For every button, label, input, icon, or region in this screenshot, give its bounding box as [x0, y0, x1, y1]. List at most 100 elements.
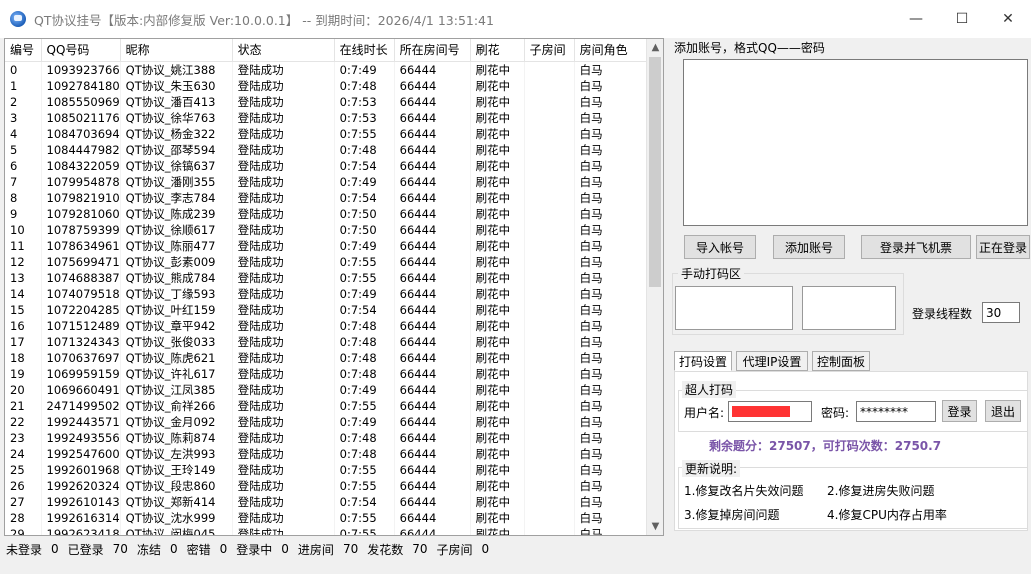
balance-info: 剩余题分：27507，可打码次数：2750.7 — [709, 439, 942, 453]
table-row[interactable]: 18 1070637697 QT协议_陈虎621 登陆成功 0:7:48 66444 刷花中… — [5, 349, 647, 366]
column-header[interactable]: 昵称 — [120, 39, 233, 62]
table-cell: 13 — [5, 269, 42, 286]
scroll-down-arrow-icon[interactable]: ▼ — [647, 518, 663, 535]
table-cell: QT协议_左洪993 — [120, 445, 233, 462]
table-row[interactable]: 13 1074688387 QT协议_熊成784 登陆成功 0:7:55 66444 刷花中… — [5, 269, 647, 286]
table-row[interactable]: 0 1093923766 QT协议_姚江388 登陆成功 0:7:49 66444 刷花中 白… — [5, 61, 647, 78]
table-cell: 白马 — [574, 189, 647, 206]
table-row[interactable]: 15 1072204285 QT协议_叶红159 登陆成功 0:7:54 66444 刷花中… — [5, 301, 647, 318]
column-header[interactable]: 在线时长 — [334, 39, 395, 62]
table-row[interactable]: 29 1992623418 QT协议_闵梅045 登陆成功 0:7:55 66444 刷花中… — [5, 525, 647, 535]
table-row[interactable]: 17 1071324343 QT协议_张俊033 登陆成功 0:7:48 66444 刷花中… — [5, 333, 647, 350]
table-cell: 11 — [5, 237, 42, 254]
table-row[interactable]: 9 1079281060 QT协议_陈成239 登陆成功 0:7:50 66444 刷花中 白… — [5, 205, 647, 222]
table-cell — [524, 125, 575, 142]
table-row[interactable]: 22 1992443571 QT协议_金月092 登陆成功 0:7:49 66444 刷花中… — [5, 413, 647, 430]
table-cell: 1992620324 — [41, 477, 121, 494]
table-row[interactable]: 3 1085021176 QT协议_徐华763 登陆成功 0:7:53 66444 刷花中 白… — [5, 109, 647, 126]
table-cell: 刷花中 — [470, 269, 525, 286]
table-row[interactable]: 6 1084322059 QT协议_徐镐637 登陆成功 0:7:54 66444 刷花中 白… — [5, 157, 647, 174]
table-scrollbar[interactable]: ▲ ▼ — [646, 39, 663, 535]
table-cell: 1084322059 — [41, 157, 121, 174]
table-cell: 白马 — [574, 285, 647, 302]
table-row[interactable]: 20 1069660491 QT协议_江凤385 登陆成功 0:7:49 66444 刷花中… — [5, 381, 647, 398]
column-header[interactable]: 所在房间号 — [394, 39, 471, 62]
table-cell: 2471499502 — [41, 397, 121, 414]
table-cell: 2 — [5, 93, 42, 110]
table-cell — [524, 493, 575, 510]
table-cell: QT协议_杨金322 — [120, 125, 233, 142]
table-cell: 登陆成功 — [232, 61, 335, 78]
table-cell: 28 — [5, 509, 42, 526]
table-row[interactable]: 11 1078634961 QT协议_陈丽477 登陆成功 0:7:49 66444 刷花中… — [5, 237, 647, 254]
table-row[interactable]: 8 1079821910 QT协议_李志784 登陆成功 0:7:54 66444 刷花中 白… — [5, 189, 647, 206]
column-header[interactable]: 编号 — [5, 39, 42, 62]
table-row[interactable]: 21 2471499502 QT协议_俞祥266 登陆成功 0:7:55 66444 刷花中… — [5, 397, 647, 414]
tab-control-panel[interactable]: 控制面板 — [812, 351, 870, 371]
table-cell: 白马 — [574, 77, 647, 94]
table-row[interactable]: 14 1074079518 QT协议_丁缘593 登陆成功 0:7:49 66444 刷花中… — [5, 285, 647, 302]
login-and-ticket-button[interactable]: 登录并飞机票 — [861, 235, 971, 259]
add-account-button[interactable]: 添加账号 — [773, 235, 845, 259]
table-cell: 白马 — [574, 429, 647, 446]
table-cell: 刷花中 — [470, 445, 525, 462]
logging-in-button[interactable]: 正在登录 — [976, 235, 1030, 259]
table-cell: 白马 — [574, 269, 647, 286]
table-row[interactable]: 12 1075699471 QT协议_彭素009 登陆成功 0:7:55 66444 刷花中… — [5, 253, 647, 270]
table-row[interactable]: 4 1084703694 QT协议_杨金322 登陆成功 0:7:55 66444 刷花中 白… — [5, 125, 647, 142]
table-cell: 刷花中 — [470, 477, 525, 494]
import-accounts-button[interactable]: 导入帐号 — [684, 235, 756, 259]
table-row[interactable]: 23 1992493556 QT协议_陈莉874 登陆成功 0:7:48 66444 刷花中… — [5, 429, 647, 446]
captcha-login-button[interactable]: 登录 — [942, 400, 977, 422]
column-header[interactable]: 子房间 — [524, 39, 575, 62]
table-cell: 0:7:49 — [334, 237, 395, 254]
table-row[interactable]: 26 1992620324 QT协议_段忠860 登陆成功 0:7:55 66444 刷花中… — [5, 477, 647, 494]
tab-captcha-settings[interactable]: 打码设置 — [674, 351, 732, 371]
column-header[interactable]: QQ号码 — [41, 39, 121, 62]
table-cell — [524, 333, 575, 350]
account-input-area[interactable] — [683, 59, 1028, 226]
table-cell: 1992443571 — [41, 413, 121, 430]
table-row[interactable]: 19 1069959159 QT协议_许礼617 登陆成功 0:7:48 66444 刷花中… — [5, 365, 647, 382]
table-row[interactable]: 28 1992616314 QT协议_沈水999 登陆成功 0:7:55 66444 刷花中… — [5, 509, 647, 526]
table-cell: 白马 — [574, 221, 647, 238]
table-row[interactable]: 2 1085550969 QT协议_潘百413 登陆成功 0:7:53 66444 刷花中 白… — [5, 93, 647, 110]
maximize-button[interactable]: ☐ — [939, 0, 985, 38]
table-row[interactable]: 1 1092784180 QT协议_朱玉630 登陆成功 0:7:48 66444 刷花中 白… — [5, 77, 647, 94]
table-cell: 白马 — [574, 157, 647, 174]
manual-captcha-label: 手动打码区 — [678, 265, 745, 282]
table-row[interactable]: 24 1992547600 QT协议_左洪993 登陆成功 0:7:48 66444 刷花中… — [5, 445, 647, 462]
table-cell — [524, 445, 575, 462]
table-cell: QT协议_朱玉630 — [120, 77, 233, 94]
close-button[interactable]: ✕ — [985, 0, 1031, 38]
table-row[interactable]: 7 1079954878 QT协议_潘刚355 登陆成功 0:7:49 66444 刷花中 白… — [5, 173, 647, 190]
column-header[interactable]: 状态 — [232, 39, 335, 62]
table-row[interactable]: 27 1992610143 QT协议_郑新414 登陆成功 0:7:54 66444 刷花中… — [5, 493, 647, 510]
tab-proxy-settings[interactable]: 代理IP设置 — [736, 351, 808, 371]
captcha-exit-button[interactable]: 退出 — [985, 400, 1021, 422]
column-header[interactable]: 刷花 — [470, 39, 525, 62]
table-row[interactable]: 16 1071512489 QT协议_章平942 登陆成功 0:7:48 66444 刷花中… — [5, 317, 647, 334]
column-header[interactable]: 房间角色 — [574, 39, 647, 62]
table-cell: 0:7:54 — [334, 301, 395, 318]
scrollbar-thumb[interactable] — [649, 57, 661, 287]
scroll-up-arrow-icon[interactable]: ▲ — [647, 39, 663, 56]
table-cell: 刷花中 — [470, 205, 525, 222]
login-threads-input[interactable]: 30 — [982, 302, 1020, 323]
table-cell: QT协议_邵琴594 — [120, 141, 233, 158]
minimize-button[interactable]: — — [893, 0, 939, 38]
table-row[interactable]: 25 1992601968 QT协议_王玲149 登陆成功 0:7:55 66444 刷花中… — [5, 461, 647, 478]
status-count: 70 — [112, 542, 128, 556]
table-cell: 66444 — [394, 317, 471, 334]
password-input[interactable]: ******** — [856, 401, 936, 422]
captcha-answer-box[interactable] — [802, 286, 896, 330]
login-threads-label: 登录线程数 — [912, 307, 973, 321]
status-count: 0 — [169, 542, 178, 556]
username-input[interactable] — [728, 401, 812, 422]
table-row[interactable]: 10 1078759399 QT协议_徐顺617 登陆成功 0:7:50 66444 刷花中… — [5, 221, 647, 238]
table-row[interactable]: 5 1084447982 QT协议_邵琴594 登陆成功 0:7:48 66444 刷花中 白… — [5, 141, 647, 158]
table-cell: 刷花中 — [470, 189, 525, 206]
table-cell: QT协议_王玲149 — [120, 461, 233, 478]
table-cell: QT协议_丁缘593 — [120, 285, 233, 302]
table-cell: 刷花中 — [470, 253, 525, 270]
